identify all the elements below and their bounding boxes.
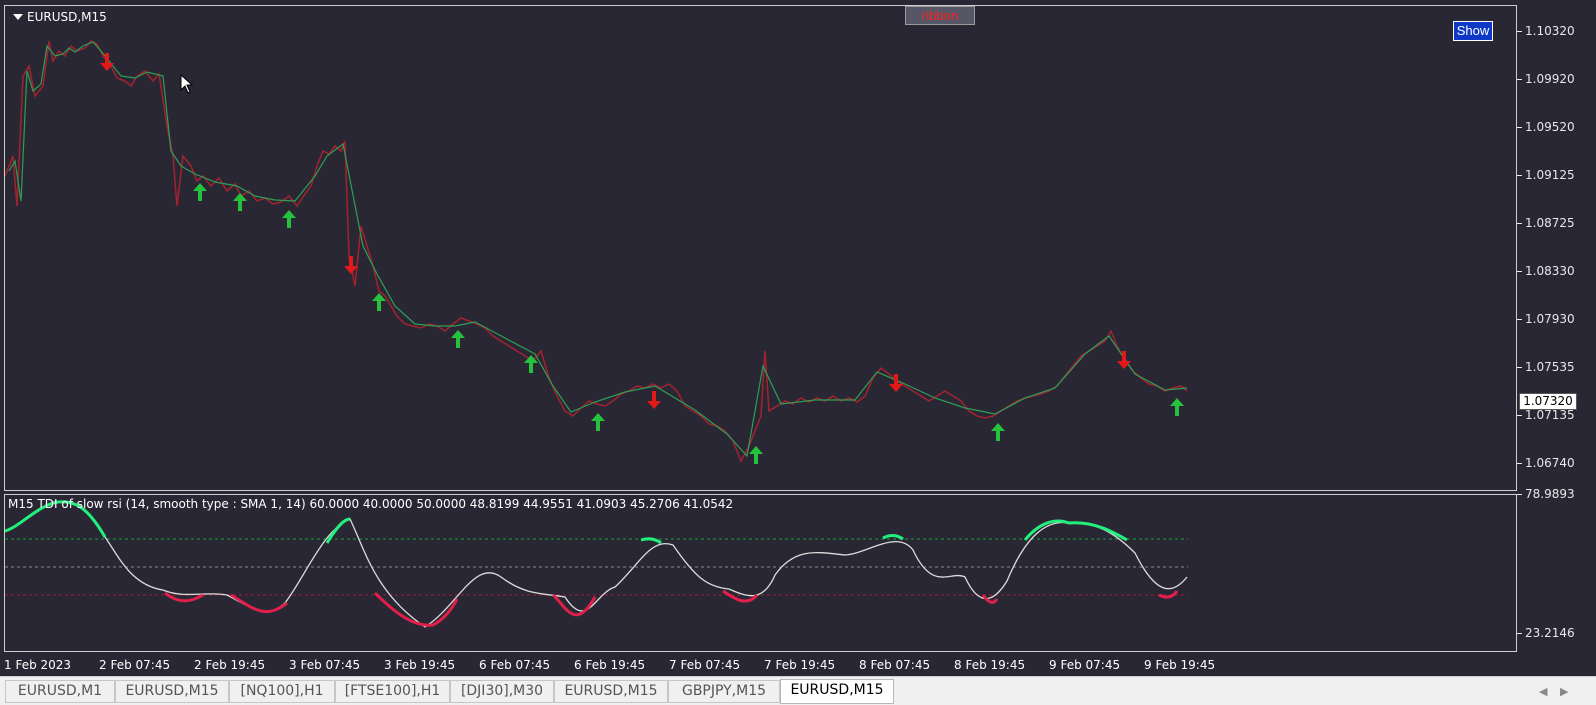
tab-nq100-h1[interactable]: [NQ100],H1 [229, 680, 335, 703]
symbol-text: EURUSD,M15 [27, 10, 107, 24]
signal-arrows [100, 53, 1184, 464]
tdi-overbought-segment [882, 534, 904, 541]
indicator-scale-top: 78.9893 [1517, 487, 1575, 501]
chart-tabs: EURUSD,M1 EURUSD,M15 [NQ100],H1 [FTSE100… [0, 676, 1596, 705]
sell-arrow-icon [647, 391, 661, 409]
tab-eurusd-m15-active[interactable]: EURUSD,M15 [780, 679, 894, 704]
main-price-chart[interactable]: EURUSD,M15 [4, 5, 1517, 491]
time-tick: 9 Feb 07:45 [1049, 658, 1121, 672]
ohlc-candles [5, 40, 1188, 463]
price-tick: 1.07535 [1517, 360, 1575, 374]
indicator-scale-bottom: 23.2146 [1517, 626, 1575, 640]
time-tick: 8 Feb 07:45 [859, 658, 931, 672]
time-tick: 3 Feb 19:45 [384, 658, 456, 672]
collapse-triangle-icon[interactable] [13, 14, 23, 20]
buy-arrow-icon [451, 330, 465, 348]
price-tick: 1.09920 [1517, 72, 1575, 86]
current-price-label: 1.07320 [1519, 393, 1577, 410]
buy-arrow-icon [991, 423, 1005, 441]
price-tick: 1.09520 [1517, 120, 1575, 134]
show-button[interactable]: Show [1453, 21, 1493, 41]
buy-arrow-icon [282, 210, 296, 228]
tab-gbpjpy-m15[interactable]: GBPJPY,M15 [668, 680, 780, 703]
buy-arrow-icon [233, 193, 247, 211]
buy-arrow-icon [749, 446, 763, 464]
tab-eurusd-m15[interactable]: EURUSD,M15 [554, 680, 668, 703]
tdi-main-line [5, 501, 1188, 628]
time-tick: 6 Feb 19:45 [574, 658, 646, 672]
time-tick: 1 Feb 2023 [4, 658, 72, 672]
price-tick: 1.08725 [1517, 216, 1575, 230]
tdi-overbought-segment [640, 537, 662, 545]
scroll-right-icon[interactable]: ▶ [1560, 685, 1568, 698]
tab-eurusd-m1[interactable]: EURUSD,M1 [5, 680, 115, 703]
price-tick: 1.09125 [1517, 168, 1575, 182]
price-tick: 1.08330 [1517, 264, 1575, 278]
mouse-cursor-icon [180, 74, 194, 94]
tdi-oversold-segment [1158, 590, 1179, 599]
tab-eurusd-m15[interactable]: EURUSD,M15 [115, 680, 229, 703]
indicator-title: M15 TDI of slow rsi (14, smooth type : S… [8, 497, 734, 511]
time-tick: 9 Feb 19:45 [1144, 658, 1216, 672]
price-tick: 1.10320 [1517, 24, 1575, 38]
buy-arrow-icon [193, 183, 207, 201]
price-tick: 1.07930 [1517, 312, 1575, 326]
time-tick: 2 Feb 19:45 [194, 658, 266, 672]
tdi-indicator-pane[interactable] [4, 494, 1517, 652]
tdi-indicator-chart [5, 500, 1188, 628]
time-tick: 7 Feb 07:45 [669, 658, 741, 672]
scroll-left-icon[interactable]: ◀ [1539, 685, 1547, 698]
indicator-scale[interactable]: 78.9893 23.2146 [1517, 488, 1596, 652]
tab-dji30-m30[interactable]: [DJI30],M30 [450, 680, 554, 703]
time-axis[interactable]: 1 Feb 2023 2 Feb 07:45 2 Feb 19:45 3 Feb… [0, 652, 1596, 676]
symbol-label[interactable]: EURUSD,M15 [13, 10, 107, 24]
price-tick: 1.06740 [1517, 456, 1575, 470]
time-tick: 2 Feb 07:45 [99, 658, 171, 672]
time-tick: 3 Feb 07:45 [289, 658, 361, 672]
tdi-overbought-segment [325, 517, 351, 544]
time-tick: 6 Feb 07:45 [479, 658, 551, 672]
time-tick: 8 Feb 19:45 [954, 658, 1026, 672]
price-scale[interactable]: 1.10320 1.09920 1.09520 1.09125 1.08725 … [1517, 5, 1596, 491]
time-tick: 7 Feb 19:45 [764, 658, 836, 672]
trading-terminal: EURUSD,M15 1.10320 1.09920 1.09520 1.091… [0, 0, 1596, 705]
ribbon-button[interactable]: ribbon [905, 6, 975, 25]
tdi-oversold-segment [551, 593, 597, 617]
tdi-oversold-segment [230, 593, 288, 614]
buy-arrow-icon [591, 413, 605, 431]
buy-arrow-icon [1170, 398, 1184, 416]
candlestick-chart [5, 40, 1188, 464]
tab-ftse100-h1[interactable]: [FTSE100],H1 [335, 680, 450, 703]
price-tick: 1.07135 [1517, 408, 1575, 422]
